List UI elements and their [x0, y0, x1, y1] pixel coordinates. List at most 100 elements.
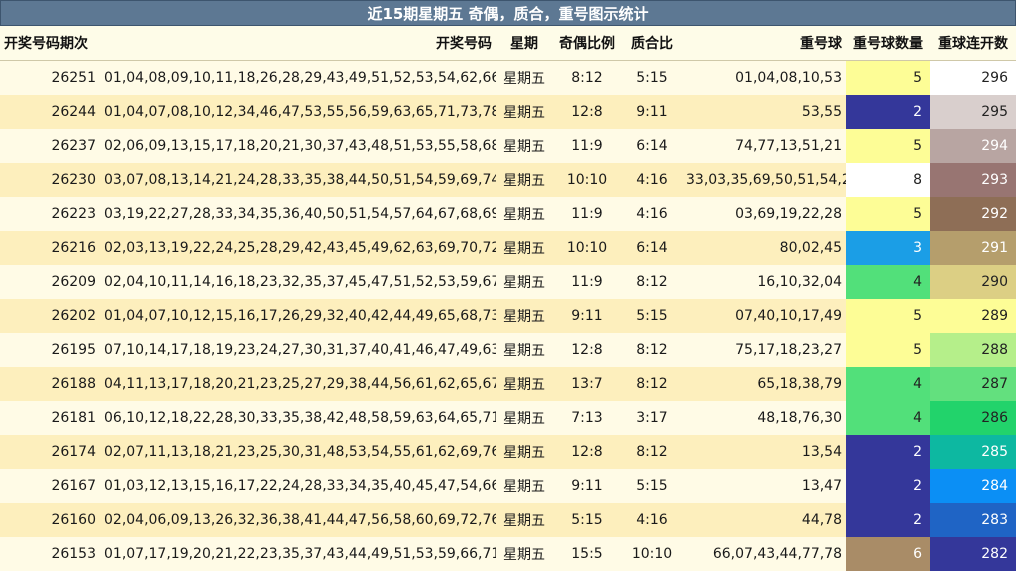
cell-repeat-balls: 48,18,76,30: [682, 401, 846, 435]
header-row: 开奖号码期次 开奖号码 星期 奇偶比例 质合比 重号球 重号球数量 重球连开数: [0, 26, 1016, 61]
table-row: 26202 01,04,07,10,12,15,16,17,26,29,32,40…: [0, 299, 1016, 333]
cell-prime-composite: 5:15: [622, 299, 682, 333]
table-row: 26209 02,04,10,11,14,16,18,23,32,35,37,45…: [0, 265, 1016, 299]
cell-prime-composite: 10:10: [622, 537, 682, 571]
cell-numbers: 01,04,07,08,10,12,34,46,47,53,55,56,59,6…: [100, 95, 496, 129]
cell-weekday: 星期五: [496, 197, 552, 231]
table-row: 26160 02,04,06,09,13,26,32,36,38,41,44,47…: [0, 503, 1016, 537]
table-row: 26230 03,07,08,13,14,21,24,28,33,35,38,44…: [0, 163, 1016, 197]
table-row: 26216 02,03,13,19,22,24,25,28,29,42,43,45…: [0, 231, 1016, 265]
cell-numbers: 02,07,11,13,18,21,23,25,30,31,48,53,54,5…: [100, 435, 496, 469]
cell-issue: 26251: [0, 60, 100, 95]
cell-issue: 26209: [0, 265, 100, 299]
cell-numbers: 07,10,14,17,18,19,23,24,27,30,31,37,40,4…: [100, 333, 496, 367]
cell-weekday: 星期五: [496, 265, 552, 299]
cell-count: 2: [846, 469, 930, 503]
cell-count: 2: [846, 503, 930, 537]
stats-table: 开奖号码期次 开奖号码 星期 奇偶比例 质合比 重号球 重号球数量 重球连开数 …: [0, 26, 1016, 571]
cell-issue: 26216: [0, 231, 100, 265]
cell-prime-composite: 8:12: [622, 265, 682, 299]
cell-odd-even: 15:5: [552, 537, 622, 571]
cell-weekday: 星期五: [496, 401, 552, 435]
cell-count: 8: [846, 163, 930, 197]
table-row: 26174 02,07,11,13,18,21,23,25,30,31,48,53…: [0, 435, 1016, 469]
cell-streak: 295: [930, 95, 1016, 129]
table-row: 26153 01,07,17,19,20,21,22,23,35,37,43,44…: [0, 537, 1016, 571]
cell-repeat-balls: 44,78: [682, 503, 846, 537]
table-row: 26181 06,10,12,18,22,28,30,33,35,38,42,48…: [0, 401, 1016, 435]
cell-issue: 26174: [0, 435, 100, 469]
table-row: 26251 01,04,08,09,10,11,18,26,28,29,43,49…: [0, 60, 1016, 95]
table-row: 26223 03,19,22,27,28,33,34,35,36,40,50,51…: [0, 197, 1016, 231]
col-header-prime-composite[interactable]: 质合比: [622, 26, 682, 61]
cell-prime-composite: 9:11: [622, 95, 682, 129]
cell-weekday: 星期五: [496, 163, 552, 197]
col-header-repeat-balls[interactable]: 重号球: [682, 26, 846, 61]
col-header-issue[interactable]: 开奖号码期次: [0, 26, 100, 61]
cell-weekday: 星期五: [496, 95, 552, 129]
cell-odd-even: 12:8: [552, 435, 622, 469]
cell-repeat-balls: 01,04,08,10,53: [682, 60, 846, 95]
cell-issue: 26223: [0, 197, 100, 231]
table-row: 26244 01,04,07,08,10,12,34,46,47,53,55,56…: [0, 95, 1016, 129]
cell-count: 2: [846, 95, 930, 129]
cell-count: 5: [846, 129, 930, 163]
cell-issue: 26181: [0, 401, 100, 435]
cell-numbers: 02,04,06,09,13,26,32,36,38,41,44,47,56,5…: [100, 503, 496, 537]
cell-weekday: 星期五: [496, 129, 552, 163]
cell-count: 4: [846, 265, 930, 299]
cell-issue: 26237: [0, 129, 100, 163]
cell-odd-even: 7:13: [552, 401, 622, 435]
cell-numbers: 04,11,13,17,18,20,21,23,25,27,29,38,44,5…: [100, 367, 496, 401]
cell-numbers: 01,07,17,19,20,21,22,23,35,37,43,44,49,5…: [100, 537, 496, 571]
cell-issue: 26230: [0, 163, 100, 197]
cell-odd-even: 8:12: [552, 60, 622, 95]
cell-repeat-balls: 74,77,13,51,21: [682, 129, 846, 163]
cell-weekday: 星期五: [496, 333, 552, 367]
cell-repeat-balls: 13,54: [682, 435, 846, 469]
cell-repeat-balls: 65,18,38,79: [682, 367, 846, 401]
cell-odd-even: 11:9: [552, 197, 622, 231]
cell-issue: 26202: [0, 299, 100, 333]
cell-weekday: 星期五: [496, 231, 552, 265]
cell-numbers: 02,03,13,19,22,24,25,28,29,42,43,45,49,6…: [100, 231, 496, 265]
cell-issue: 26167: [0, 469, 100, 503]
cell-streak: 292: [930, 197, 1016, 231]
cell-issue: 26188: [0, 367, 100, 401]
cell-numbers: 02,04,10,11,14,16,18,23,32,35,37,45,47,5…: [100, 265, 496, 299]
cell-prime-composite: 8:12: [622, 367, 682, 401]
cell-odd-even: 12:8: [552, 333, 622, 367]
cell-repeat-balls: 33,03,35,69,50,51,54,28: [682, 163, 846, 197]
cell-prime-composite: 8:12: [622, 435, 682, 469]
cell-streak: 286: [930, 401, 1016, 435]
table-row: 26167 01,03,12,13,15,16,17,22,24,28,33,34…: [0, 469, 1016, 503]
col-header-streak[interactable]: 重球连开数: [930, 26, 1016, 61]
cell-numbers: 01,03,12,13,15,16,17,22,24,28,33,34,35,4…: [100, 469, 496, 503]
cell-weekday: 星期五: [496, 537, 552, 571]
cell-numbers: 06,10,12,18,22,28,30,33,35,38,42,48,58,5…: [100, 401, 496, 435]
col-header-repeat-count[interactable]: 重号球数量: [846, 26, 930, 61]
cell-numbers: 03,19,22,27,28,33,34,35,36,40,50,51,54,5…: [100, 197, 496, 231]
table-title: 近15期星期五 奇偶，质合，重号图示统计: [0, 0, 1016, 26]
col-header-numbers[interactable]: 开奖号码: [100, 26, 496, 61]
cell-count: 6: [846, 537, 930, 571]
cell-count: 5: [846, 333, 930, 367]
cell-prime-composite: 3:17: [622, 401, 682, 435]
cell-numbers: 01,04,07,10,12,15,16,17,26,29,32,40,42,4…: [100, 299, 496, 333]
col-header-odd-even[interactable]: 奇偶比例: [552, 26, 622, 61]
cell-numbers: 01,04,08,09,10,11,18,26,28,29,43,49,51,5…: [100, 60, 496, 95]
cell-odd-even: 9:11: [552, 299, 622, 333]
cell-repeat-balls: 75,17,18,23,27: [682, 333, 846, 367]
cell-odd-even: 12:8: [552, 95, 622, 129]
cell-streak: 290: [930, 265, 1016, 299]
cell-issue: 26160: [0, 503, 100, 537]
table-row: 26195 07,10,14,17,18,19,23,24,27,30,31,37…: [0, 333, 1016, 367]
cell-prime-composite: 5:15: [622, 60, 682, 95]
cell-odd-even: 10:10: [552, 231, 622, 265]
cell-streak: 287: [930, 367, 1016, 401]
cell-streak: 294: [930, 129, 1016, 163]
cell-weekday: 星期五: [496, 60, 552, 95]
cell-repeat-balls: 13,47: [682, 469, 846, 503]
col-header-weekday[interactable]: 星期: [496, 26, 552, 61]
cell-prime-composite: 4:16: [622, 163, 682, 197]
